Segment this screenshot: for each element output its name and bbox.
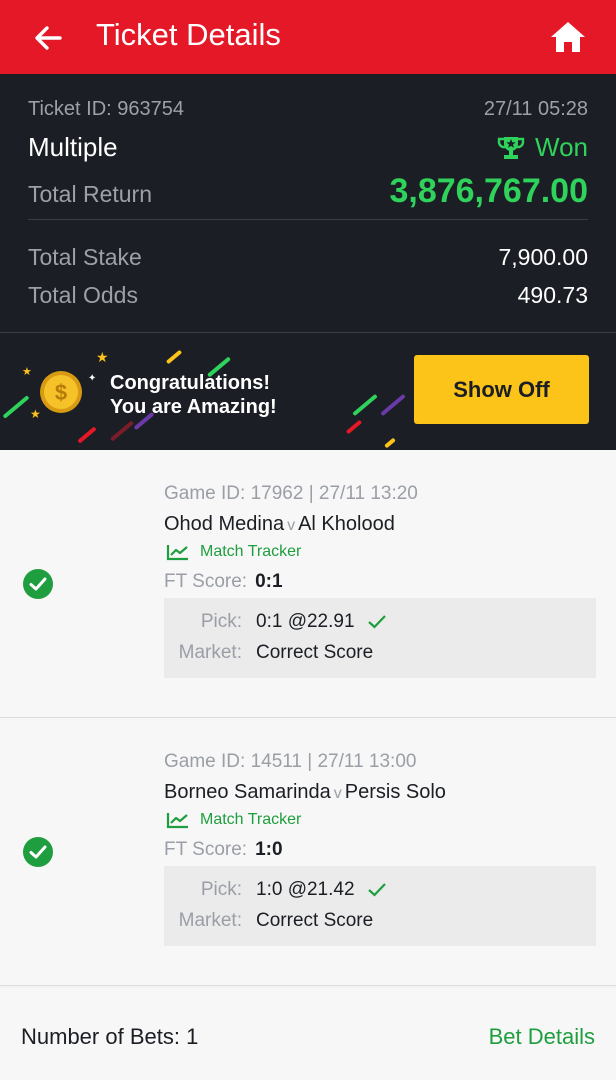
ft-score: FT Score: 1:0 <box>164 839 283 861</box>
ft-score-label: FT Score: <box>164 571 248 592</box>
checkmark-icon <box>367 615 386 629</box>
star-icon: ★ <box>22 366 32 378</box>
confetti <box>384 437 396 449</box>
ticket-summary: Ticket ID: 963754 27/11 05:28 Multiple W… <box>0 74 616 332</box>
game-id: Game ID: 14511 | 27/11 13:00 <box>164 751 417 772</box>
ft-score-value: 1:0 <box>255 839 283 860</box>
match-tracker-link[interactable]: Match Tracker <box>166 543 301 561</box>
divider <box>28 219 588 220</box>
trophy-icon <box>497 136 525 159</box>
confetti <box>77 426 97 444</box>
home-team: Ohod Medina <box>164 513 285 535</box>
ft-score-label: FT Score: <box>164 839 248 860</box>
star-icon: ★ <box>96 349 109 365</box>
page-title: Ticket Details <box>96 17 281 52</box>
pick-box: Pick: 1:0 @21.42 Market: Correct Score <box>164 866 596 946</box>
confetti <box>380 393 406 417</box>
bet-count: Number of Bets: 1 <box>21 1024 199 1049</box>
ft-score-value: 0:1 <box>255 571 283 592</box>
pick-box: Pick: 0:1 @22.91 Market: Correct Score <box>164 598 596 678</box>
check-circle-icon <box>23 837 53 867</box>
total-odds-label: Total Odds <box>28 282 138 308</box>
chart-line-icon <box>166 545 188 561</box>
home-icon[interactable] <box>549 19 587 55</box>
status-text: Won <box>535 132 588 162</box>
game-id: Game ID: 17962 | 27/11 13:20 <box>164 483 418 504</box>
ticket-datetime: 27/11 05:28 <box>483 98 588 120</box>
total-return-value: 3,876,767.00 <box>389 172 588 210</box>
total-odds-value: 490.73 <box>517 282 588 308</box>
confetti <box>165 349 183 365</box>
ticket-type: Multiple <box>28 132 118 162</box>
pick-value-text: 1:0 @21.42 <box>256 879 355 900</box>
ft-score: FT Score: 0:1 <box>164 571 283 593</box>
market-label: Market: <box>178 642 242 663</box>
status-badge: Won <box>497 132 588 163</box>
top-bar: Ticket Details <box>0 0 616 74</box>
congrats-message: Congratulations! You are Amazing! <box>110 371 277 419</box>
arrow-left-icon[interactable] <box>30 20 66 56</box>
home-team: Borneo Samarinda <box>164 781 331 803</box>
congrats-banner: ★ ★ ★ ✦ $ Congratulations! You are Amazi… <box>0 332 616 450</box>
match-tracker-label: Match Tracker <box>200 543 302 560</box>
bet-details-link[interactable]: Bet Details <box>489 1024 595 1050</box>
market-value: Correct Score <box>256 910 374 931</box>
away-team: Persis Solo <box>344 781 446 803</box>
versus: v <box>287 517 296 534</box>
confetti <box>345 419 363 435</box>
away-team: Al Kholood <box>298 513 395 535</box>
total-stake-label: Total Stake <box>28 244 142 270</box>
pick-value: 1:0 @21.42 <box>256 879 387 901</box>
confetti <box>109 420 135 442</box>
match-tracker-link[interactable]: Match Tracker <box>166 811 301 829</box>
market-label: Market: <box>178 910 242 931</box>
footer-bar: Number of Bets: 1 Bet Details <box>0 988 616 1080</box>
confetti <box>2 395 30 419</box>
chart-line-icon <box>166 813 188 829</box>
pick-label: Pick: <box>200 611 242 632</box>
check-circle-icon <box>23 569 53 599</box>
congrats-line2: You are Amazing! <box>110 396 277 418</box>
congrats-line1: Congratulations! <box>110 372 270 394</box>
market-value: Correct Score <box>256 642 374 663</box>
total-stake-value: 7,900.00 <box>498 244 588 270</box>
checkmark-icon <box>367 883 386 897</box>
match-teams: Borneo Samarinda v Persis Solo <box>164 781 446 804</box>
pick-value: 0:1 @22.91 <box>256 611 387 633</box>
bet-item: Game ID: 17962 | 27/11 13:20 Ohod Medina… <box>0 450 616 718</box>
bet-item: Game ID: 14511 | 27/11 13:00 Borneo Sama… <box>0 718 616 986</box>
match-teams: Ohod Medina v Al Kholood <box>164 513 395 536</box>
ticket-id: Ticket ID: 963754 <box>28 98 185 120</box>
match-tracker-label: Match Tracker <box>200 811 302 828</box>
confetti <box>352 393 378 417</box>
versus: v <box>333 785 342 802</box>
star-icon: ✦ <box>88 373 97 384</box>
show-off-button[interactable]: Show Off <box>414 355 589 424</box>
total-return-label: Total Return <box>28 181 153 207</box>
coin-icon: $ <box>40 371 82 413</box>
pick-value-text: 0:1 @22.91 <box>256 611 355 632</box>
pick-label: Pick: <box>200 879 242 900</box>
svg-text:$: $ <box>55 380 67 405</box>
